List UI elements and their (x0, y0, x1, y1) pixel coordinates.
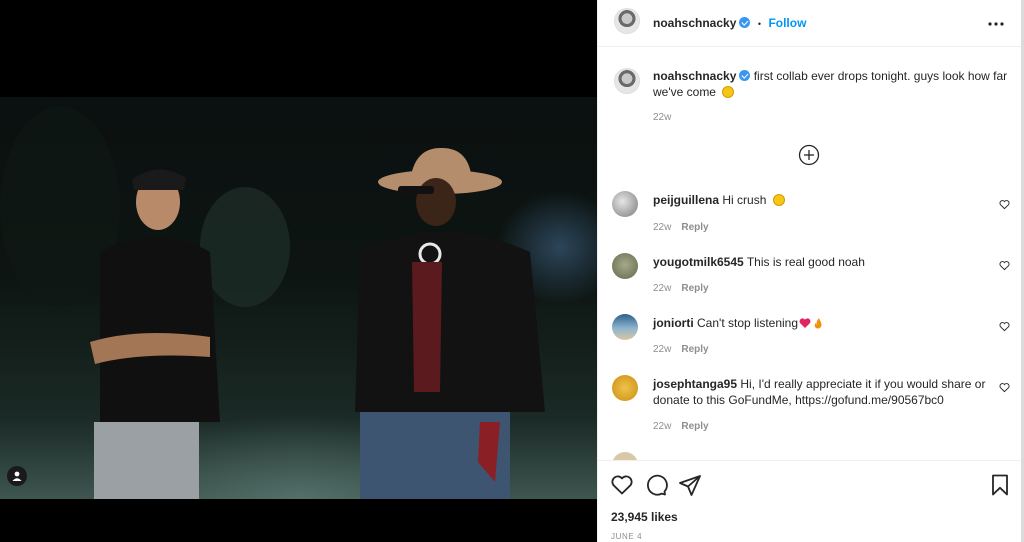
commenter-avatar[interactable] (612, 191, 638, 217)
post-media[interactable] (0, 0, 597, 542)
owner-username[interactable]: noahschnacky (653, 16, 736, 30)
share-icon[interactable] (678, 473, 702, 497)
post-photo[interactable] (0, 97, 597, 499)
person-right (355, 147, 545, 499)
comment-meta: 22w Reply (653, 421, 709, 432)
tagged-users-button[interactable] (7, 466, 27, 486)
owner-avatar[interactable] (614, 8, 640, 34)
reply-button[interactable]: Reply (681, 421, 708, 432)
comment-username[interactable]: josephtanga95 (653, 377, 737, 391)
verified-badge-icon (739, 70, 751, 81)
caption: noahschnacky first collab ever drops ton… (653, 68, 1008, 100)
comment-text: This is real good noah (746, 255, 865, 269)
comment-username[interactable]: peijguillena (653, 193, 719, 207)
more-options-icon[interactable] (988, 13, 1004, 31)
like-comment-heart-icon[interactable] (999, 382, 1010, 393)
like-heart-icon[interactable] (610, 473, 634, 497)
reply-button[interactable]: Reply (681, 344, 708, 355)
follow-button[interactable]: Follow (768, 16, 806, 30)
comment-icon[interactable] (644, 473, 668, 497)
comment-meta: 22w Reply (653, 283, 709, 294)
post-header: noahschnacky • Follow (598, 0, 1022, 47)
comment-age[interactable]: 22w (653, 222, 671, 233)
commenter-avatar[interactable] (612, 375, 638, 401)
comment-username[interactable]: joniorti (653, 316, 694, 330)
post-date[interactable]: JUNE 4 (611, 532, 642, 541)
comments-list[interactable]: noahschnacky first collab ever drops ton… (598, 48, 1022, 460)
comment-text: Hi crush (722, 193, 767, 207)
caption-age[interactable]: 22w (653, 112, 671, 123)
red-heart-emoji-icon (799, 318, 811, 328)
commenter-avatar[interactable] (612, 314, 638, 340)
post-actions: 23,945 likes JUNE 4 (598, 460, 1022, 542)
reply-button[interactable]: Reply (681, 222, 708, 233)
comment-age[interactable]: 22w (653, 344, 671, 355)
verified-badge-icon (739, 17, 751, 28)
comment-age[interactable]: 22w (653, 421, 671, 432)
post-side-panel: noahschnacky • Follow noahschnacky first… (597, 0, 1022, 542)
commenter-avatar[interactable] (612, 452, 638, 460)
like-comment-heart-icon[interactable] (999, 199, 1010, 210)
heart-eyes-emoji-icon (772, 194, 785, 206)
astonished-emoji-icon (722, 86, 735, 98)
header-separator: • (757, 19, 761, 29)
person-left (90, 169, 220, 499)
comment-meta: 22w Reply (653, 222, 709, 233)
likes-count[interactable]: 23,945 likes (611, 510, 678, 524)
user-icon (12, 471, 22, 481)
comment-age[interactable]: 22w (653, 283, 671, 294)
caption-username[interactable]: noahschnacky (653, 69, 736, 83)
comment-meta: 22w Reply (653, 344, 709, 355)
commenter-avatar[interactable] (612, 253, 638, 279)
load-more-comments-icon[interactable] (798, 144, 820, 166)
owner-avatar[interactable] (614, 68, 640, 94)
like-comment-heart-icon[interactable] (999, 260, 1010, 271)
save-bookmark-icon[interactable] (988, 473, 1012, 497)
like-comment-heart-icon[interactable] (999, 321, 1010, 332)
comment-username[interactable]: yougotmilk6545 (653, 255, 744, 269)
reply-button[interactable]: Reply (681, 283, 708, 294)
comment-text: Can't stop listening (697, 316, 799, 330)
fire-emoji-icon (814, 318, 822, 329)
